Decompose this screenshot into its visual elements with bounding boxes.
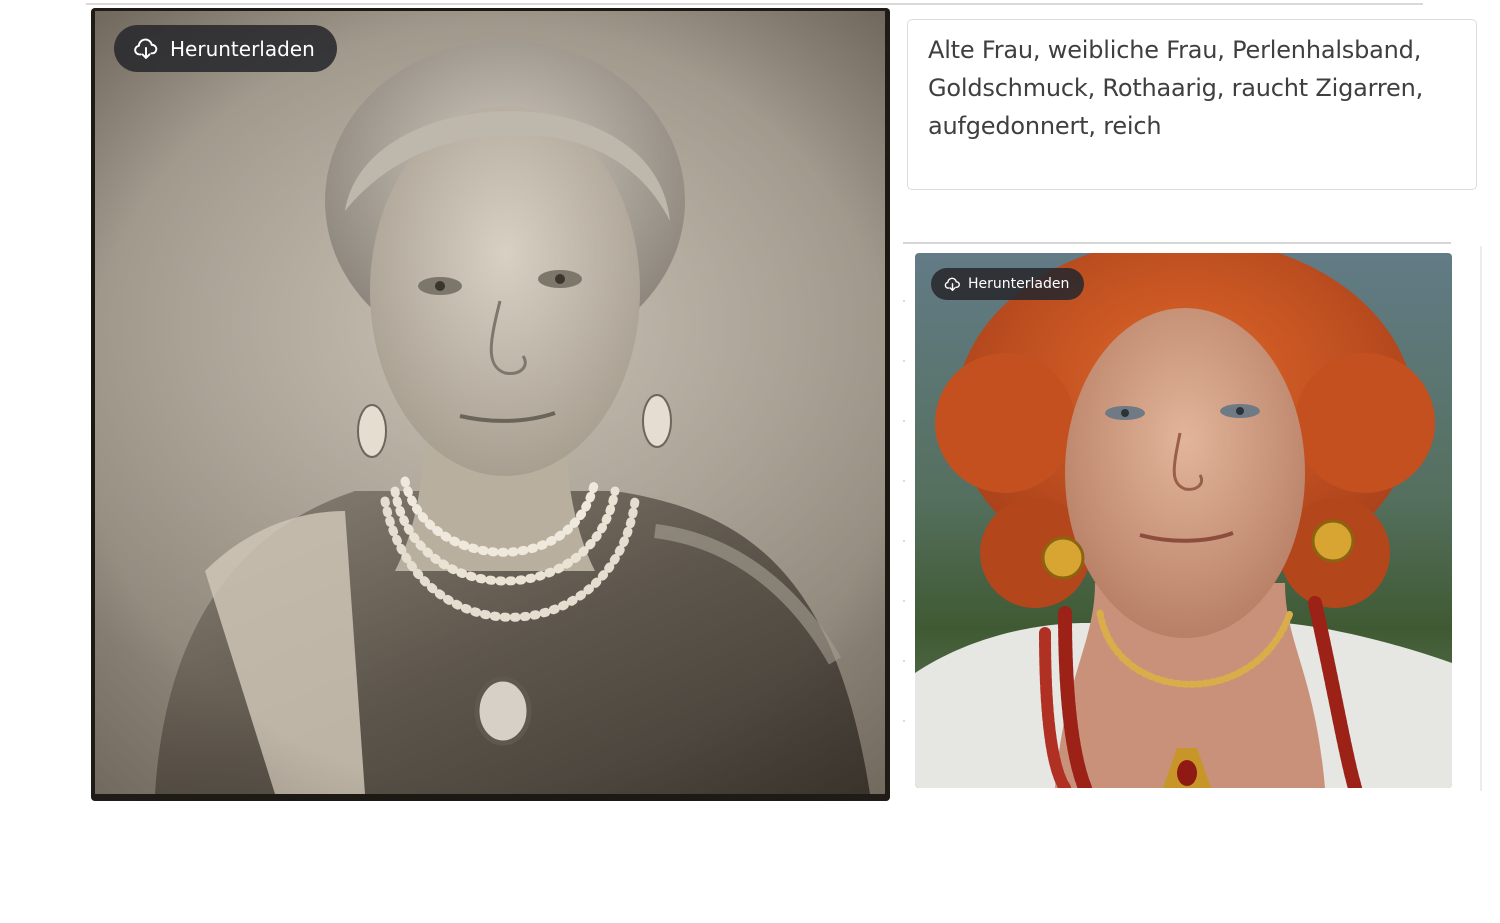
download-label: Herunterladen bbox=[968, 276, 1070, 292]
result-image-2[interactable]: Herunterladen bbox=[915, 253, 1452, 788]
download-button[interactable]: Herunterladen bbox=[931, 268, 1085, 300]
panel-edge bbox=[1480, 246, 1482, 791]
portrait-illustration bbox=[915, 253, 1452, 788]
prompt-text: Alte Frau, weibliche Frau, Perlenhalsban… bbox=[928, 36, 1424, 140]
cloud-download-icon bbox=[944, 276, 961, 293]
download-label: Herunterladen bbox=[170, 36, 315, 61]
result-image-1[interactable]: Herunterladen bbox=[91, 8, 890, 801]
scroll-gutter bbox=[903, 300, 907, 780]
section-divider bbox=[903, 242, 1451, 244]
prompt-textbox[interactable]: Alte Frau, weibliche Frau, Perlenhalsban… bbox=[907, 19, 1477, 190]
cloud-download-icon bbox=[133, 36, 159, 62]
download-button[interactable]: Herunterladen bbox=[114, 25, 337, 72]
top-divider bbox=[86, 3, 1423, 5]
photo-vignette bbox=[91, 8, 890, 801]
